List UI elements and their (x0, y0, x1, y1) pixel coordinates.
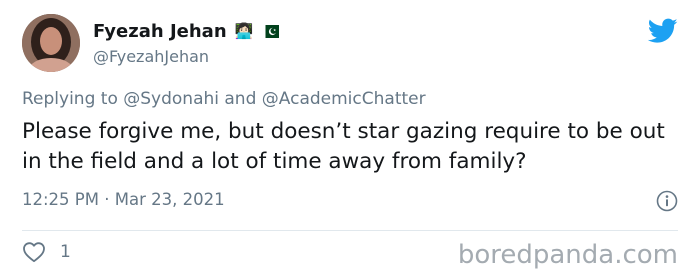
tweet-time: 12:25 PM (22, 190, 99, 209)
source-watermark: boredpanda.com (457, 240, 678, 270)
tweet-timestamp[interactable]: 12:25 PM · Mar 23, 2021 (22, 190, 225, 209)
divider (22, 230, 678, 231)
replying-to-line: Replying to @Sydonahi and @AcademicChatt… (22, 89, 426, 109)
avatar[interactable] (22, 14, 80, 72)
replying-to-label: Replying to (22, 89, 118, 109)
tweet-text: Please forgive me, but doesn’t star gazi… (22, 119, 665, 174)
info-icon[interactable] (656, 190, 678, 212)
mention-link[interactable]: @AcademicChatter (262, 89, 426, 109)
like-action[interactable]: 1 (22, 241, 71, 263)
avatar-image (22, 14, 80, 72)
heart-icon[interactable] (22, 241, 46, 263)
author-handle[interactable]: @FyezahJehan (93, 47, 209, 66)
pakistan-flag-icon (261, 24, 280, 38)
tweet-date: Mar 23, 2021 (114, 190, 225, 209)
like-count: 1 (60, 242, 71, 262)
twitter-bird-icon[interactable] (648, 18, 678, 44)
mention-link[interactable]: @Sydonahi (123, 89, 219, 109)
author-display-name[interactable]: Fyezah Jehan (93, 21, 227, 42)
author-name-row: Fyezah Jehan 👩🏻‍💻 (93, 18, 280, 44)
timestamp-separator: · (104, 190, 110, 209)
reply-conjunction: and (224, 89, 257, 109)
technologist-emoji: 👩🏻‍💻 (234, 21, 254, 40)
